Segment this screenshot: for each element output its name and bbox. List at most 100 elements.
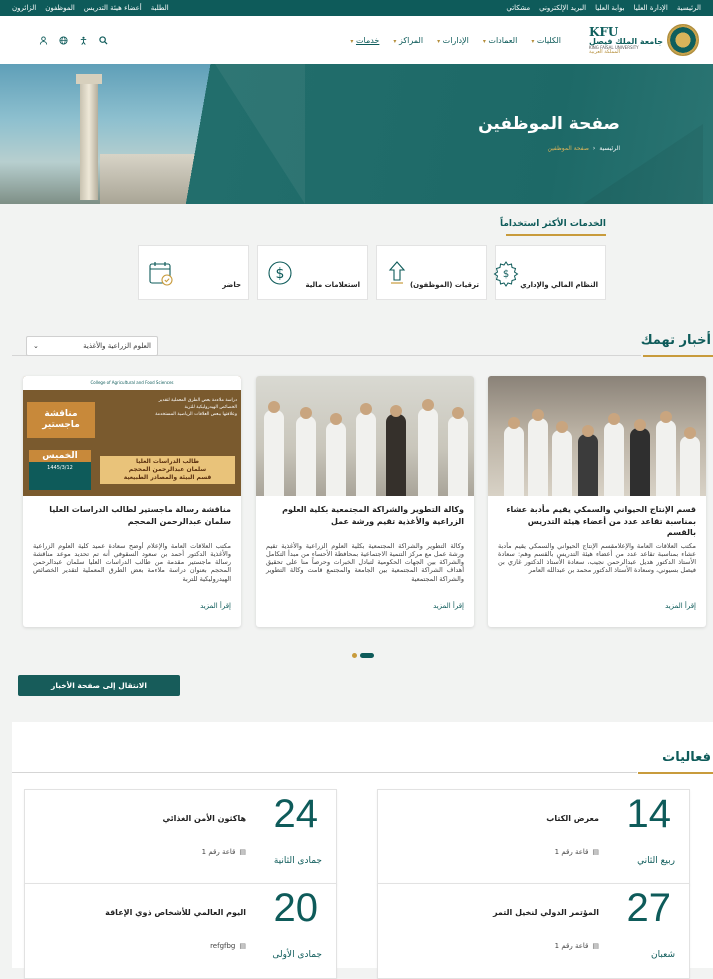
event-name[interactable]: هاكثون الأمن الغذائي (163, 814, 246, 823)
page-title: صفحة الموظفين (478, 114, 620, 134)
service-card-financial-admin[interactable]: النظام المالي والإداري $ (492, 245, 606, 300)
search-icon[interactable] (96, 33, 110, 47)
read-more-link[interactable]: إقرأ المزيد (256, 594, 474, 610)
news-card[interactable]: وكالة التطوير والشراكة المجتمعية بكلية ا… (256, 376, 474, 627)
nav-colleges[interactable]: الكليات ▾ (531, 36, 561, 45)
logo-text: KFU جامعة الملك فيصل KING FAISAL UNIVERS… (589, 26, 663, 55)
breadcrumb-home[interactable]: الرئيسية (599, 145, 620, 152)
event-card[interactable]: 24 جمادى الثانية هاكثون الأمن الغذائي ▤ ق… (24, 789, 337, 885)
event-day: 27 (626, 886, 672, 930)
top-link-portal[interactable]: بوابة العليا (595, 4, 624, 12)
service-label: استعلامات مالية (305, 281, 360, 289)
carousel-pagination (352, 653, 374, 658)
calendar-check-icon (146, 258, 176, 288)
college-filter-value: العلوم الزراعية والأغذية (83, 342, 151, 350)
news-card[interactable]: قسم الإنتاج الحيواني والسمكي يقيم مأدبة … (488, 376, 706, 627)
event-day: 20 (273, 886, 319, 930)
photo-person (504, 417, 524, 496)
university-seal-icon (667, 24, 699, 56)
poster-student-label: طالب الدراسات العليا (135, 458, 199, 465)
news-card[interactable]: College of Agricultural and Food Science… (23, 376, 241, 627)
service-card-promotions[interactable]: ترقيات (الموظفون) (376, 245, 487, 300)
dollar-coin-icon: $ (265, 258, 295, 288)
top-link-home[interactable]: الرئيسية (677, 4, 701, 12)
top-link-mishkati[interactable]: مشكاتي (506, 4, 530, 12)
chevron-down-icon: ▾ (350, 37, 354, 45)
event-card[interactable]: 27 شعبان المؤتمر الدولي لنخيل التمر ▤ قاع… (377, 883, 690, 979)
event-name[interactable]: اليوم العالمي للأشخاص ذوي الإعاقة (105, 908, 246, 917)
event-name[interactable]: معرض الكتاب (546, 814, 599, 823)
poster-thesis-text: دراسة ملاءمة بعض الطرق المعملية لتقدير ا… (107, 398, 237, 418)
top-link-employees[interactable]: الموظفون (45, 4, 75, 12)
photo-person (418, 399, 438, 496)
nav-services[interactable]: خدمات ▾ (350, 36, 379, 45)
nav-departments[interactable]: الإدارات ▾ (437, 36, 469, 45)
photo-person (552, 421, 572, 496)
news-card-excerpt: مكتب العلاقات العامة والإعلام أوضح سعادة… (33, 542, 231, 583)
top-link-visitors[interactable]: الزائرون (12, 4, 36, 12)
language-globe-icon[interactable] (56, 33, 70, 47)
top-link-faculty[interactable]: أعضاء هيئة التدريس (84, 4, 142, 12)
top-link-students[interactable]: الطلبة (151, 4, 169, 12)
event-month: ربيع الثاني (637, 856, 675, 866)
top-link-admin[interactable]: الإدارة العليا (634, 4, 668, 12)
services-heading: الخدمات الأكثر استخداماً (499, 219, 606, 229)
event-location-text: refgfbg (210, 942, 236, 950)
user-account-icon[interactable] (36, 33, 50, 47)
building-icon: ▤ (592, 942, 599, 950)
event-name[interactable]: المؤتمر الدولي لنخيل التمر (493, 908, 599, 917)
news-heading: أخبار تهمك (640, 333, 711, 348)
photo-person (386, 405, 406, 496)
poster-badge: مناقشة ماجستير (27, 402, 95, 438)
poster-college: College of Agricultural and Food Science… (23, 376, 241, 390)
accessibility-icon[interactable] (76, 33, 90, 47)
top-bar: الرئيسية الإدارة العليا بوابة العليا الب… (0, 0, 713, 16)
nav-deanships[interactable]: العمادات ▾ (483, 36, 517, 45)
arrow-up-icon (384, 258, 410, 288)
building-icon: ▤ (592, 848, 599, 856)
read-more-link[interactable]: إقرأ المزيد (488, 594, 706, 610)
nav-deanships-label: العمادات (488, 35, 518, 45)
news-card-title[interactable]: قسم الإنتاج الحيواني والسمكي يقيم مأدبة … (488, 496, 706, 542)
event-location-text: قاعة رقم 1 (201, 848, 236, 856)
heading-underline (506, 234, 606, 236)
gear-dollar-icon: $ (492, 258, 520, 288)
event-location-text: قاعة رقم 1 (554, 848, 589, 856)
photo-person (264, 401, 284, 496)
service-label: حاضر (222, 281, 241, 289)
news-card-image (488, 376, 706, 496)
go-to-news-button[interactable]: الانتقال إلى صفحة الأخبار (18, 675, 180, 696)
college-filter-select[interactable]: العلوم الزراعية والأغذية ⌄ (26, 336, 158, 356)
hero-banner: صفحة الموظفين الرئيسية ‹ صفحة الموظفين (0, 64, 713, 204)
service-card-attendance[interactable]: حاضر (138, 245, 249, 300)
service-card-financial-inquiries[interactable]: استعلامات مالية $ (257, 245, 368, 300)
campus-tower (76, 74, 102, 200)
carousel-dot-active[interactable] (360, 653, 374, 658)
event-location-text: قاعة رقم 1 (554, 942, 589, 950)
carousel-dot[interactable] (352, 653, 357, 658)
photo-person (326, 413, 346, 496)
chevron-down-icon: ▾ (482, 37, 486, 45)
university-logo[interactable]: KFU جامعة الملك فيصل KING FAISAL UNIVERS… (589, 24, 699, 56)
news-card-title[interactable]: مناقشة رسالة ماجستير لطالب الدراسات العل… (23, 496, 241, 542)
nav-centers[interactable]: المراكز ▾ (393, 36, 423, 45)
events-heading: فعاليات (662, 750, 711, 765)
event-location: ▤ refgfbg (210, 942, 246, 950)
svg-text:$: $ (503, 269, 509, 280)
photo-person (680, 427, 700, 496)
nav-centers-label: المراكز (398, 35, 424, 45)
event-card[interactable]: 20 جمادى الأولى اليوم العالمي للأشخاص ذو… (24, 883, 337, 979)
news-card-excerpt: مكتب العلاقات العامة والإعلامقسم الإنتاج… (498, 542, 696, 575)
news-card-title[interactable]: وكالة التطوير والشراكة المجتمعية بكلية ا… (256, 496, 474, 542)
chevron-down-icon: ▾ (531, 37, 535, 45)
top-bar-left-links: الطلبة أعضاء هيئة التدريس الموظفون الزائ… (12, 4, 169, 12)
top-link-email[interactable]: البريد الإلكتروني (539, 4, 586, 12)
news-card-excerpt: وكالة التطوير والشراكة المجتمعية بكلية ا… (266, 542, 464, 583)
event-card[interactable]: 14 ربيع الثاني معرض الكتاب ▤ قاعة رقم 1 (377, 789, 690, 885)
breadcrumb-current: صفحة الموظفين (547, 145, 589, 152)
photo-person (630, 419, 650, 496)
service-label: النظام المالي والإداري (520, 281, 598, 289)
poster-date-box: الخميس 1445/3/12 (29, 450, 91, 490)
header-tools (36, 33, 110, 47)
read-more-link[interactable]: إقرأ المزيد (23, 594, 241, 610)
